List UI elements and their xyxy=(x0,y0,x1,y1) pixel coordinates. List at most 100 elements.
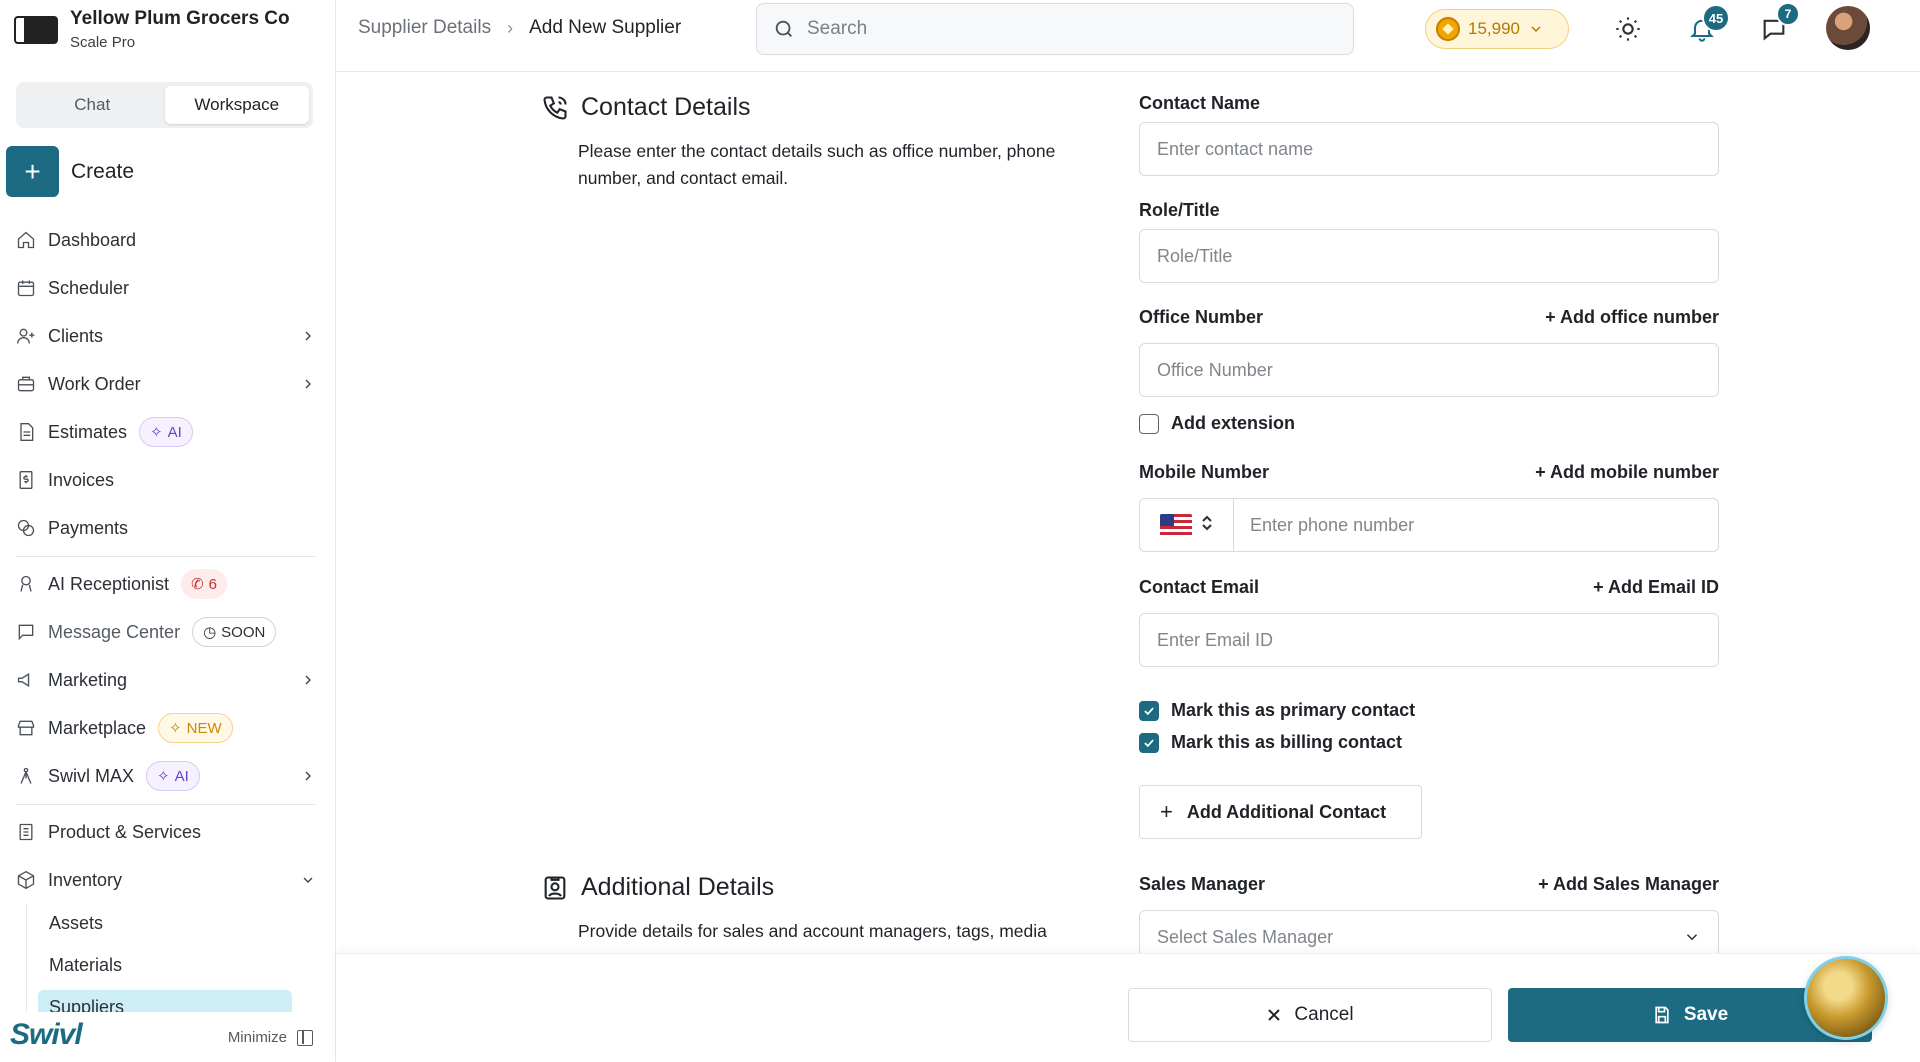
ai-badge: ✧ AI xyxy=(139,417,193,447)
sidebar-item-invoices[interactable]: Invoices xyxy=(16,462,316,498)
phone-icon: ✆ xyxy=(191,576,204,593)
sidebar-item-message-center[interactable]: Message Center ◷ SOON xyxy=(16,614,316,650)
search-bar[interactable] xyxy=(756,3,1354,55)
tab-chat[interactable]: Chat xyxy=(20,86,165,124)
sidebar-item-label: Marketing xyxy=(48,669,128,690)
sparkle-icon: ✧ xyxy=(157,768,170,785)
notifications-count-badge: 45 xyxy=(1702,4,1730,32)
section-description: Provide details for sales and account ma… xyxy=(578,921,1047,941)
add-sales-manager-link[interactable]: + Add Sales Manager xyxy=(1436,874,1719,895)
store-icon xyxy=(16,718,36,738)
sidebar-item-scheduler[interactable]: Scheduler xyxy=(16,270,316,306)
chevron-down-icon xyxy=(1531,26,1541,33)
sidebar-item-clients[interactable]: Clients xyxy=(16,318,316,354)
add-mobile-number-link[interactable]: + Add mobile number xyxy=(1436,462,1719,483)
document-icon xyxy=(16,422,36,442)
office-number-field xyxy=(1139,343,1719,397)
country-code-select[interactable] xyxy=(1140,499,1234,551)
office-number-input[interactable] xyxy=(1157,359,1701,381)
mode-toggle: Chat Workspace xyxy=(16,82,313,128)
avatar[interactable] xyxy=(1826,6,1870,50)
section-title: Additional Details xyxy=(581,873,775,901)
contact-name-field xyxy=(1139,122,1719,176)
check-icon xyxy=(1144,706,1154,715)
org-name: Yellow Plum Grocers Co xyxy=(70,8,290,29)
sidebar-divider xyxy=(16,804,316,805)
create-button[interactable]: + Create xyxy=(6,146,134,197)
sidebar-item-dashboard[interactable]: Dashboard xyxy=(16,222,316,258)
sidebar-item-product-services[interactable]: Product & Services xyxy=(16,814,316,850)
sidebar-item-work-order[interactable]: Work Order xyxy=(16,366,316,402)
mobile-number-input[interactable] xyxy=(1234,499,1718,551)
sidebar-item-marketing[interactable]: Marketing xyxy=(16,662,316,698)
sidebar-toggle-icon xyxy=(297,1029,313,1046)
ai-assistant-button[interactable] xyxy=(1804,956,1888,1040)
sidebar: Yellow Plum Grocers Co Scale Pro Chat Wo… xyxy=(0,0,336,1062)
org-switcher[interactable]: Yellow Plum Grocers Co Scale Pro xyxy=(14,8,290,51)
billing-contact-label: Mark this as billing contact xyxy=(1171,732,1403,752)
sidebar-subitem-materials[interactable]: Materials xyxy=(38,948,292,982)
sidebar-subitem-assets[interactable]: Assets xyxy=(38,906,292,940)
theme-toggle-button[interactable] xyxy=(1614,15,1642,43)
billing-contact-checkbox[interactable]: Mark this as billing contact xyxy=(1139,732,1402,753)
sidebar-item-marketplace[interactable]: Marketplace ✧ NEW xyxy=(16,710,316,746)
add-extension-checkbox[interactable]: Add extension xyxy=(1139,413,1295,434)
coins-value: 15,990 xyxy=(1468,19,1520,38)
sidebar-item-label: Work Order xyxy=(48,373,141,394)
sidebar-item-label: Invoices xyxy=(48,469,115,490)
save-label: Save xyxy=(1683,1004,1729,1025)
sales-manager-placeholder: Select Sales Manager xyxy=(1157,926,1334,947)
calendar-icon xyxy=(16,278,36,298)
cancel-label: Cancel xyxy=(1294,1004,1354,1025)
add-additional-contact-button[interactable]: + Add Additional Contact xyxy=(1139,785,1422,839)
sidebar-divider xyxy=(16,556,316,557)
coins-icon xyxy=(16,518,36,538)
sidebar-item-label: Swivl MAX xyxy=(48,765,135,786)
box-icon xyxy=(16,870,36,890)
create-label: Create xyxy=(71,159,135,183)
sidebar-item-label: AI Receptionist xyxy=(48,573,170,594)
sidebar-item-label: Inventory xyxy=(48,869,123,890)
role-title-label: Role/Title xyxy=(1139,200,1220,220)
add-email-link[interactable]: + Add Email ID xyxy=(1436,577,1719,598)
add-extension-label: Add extension xyxy=(1171,413,1296,433)
check-icon xyxy=(1144,738,1154,747)
us-flag-icon xyxy=(1159,514,1192,536)
plus-icon: + xyxy=(1160,799,1173,824)
breadcrumb-supplier-details[interactable]: Supplier Details xyxy=(358,17,491,39)
sidebar-item-swivl-max[interactable]: Swivl MAX ✧ AI xyxy=(16,758,316,794)
calls-badge: ✆ 6 xyxy=(181,569,227,599)
briefcase-icon xyxy=(16,374,36,394)
mobile-number-field xyxy=(1139,498,1719,552)
add-office-number-link[interactable]: + Add office number xyxy=(1436,307,1719,328)
cancel-button[interactable]: Cancel xyxy=(1128,988,1492,1042)
contact-email-input[interactable] xyxy=(1157,629,1701,651)
supplier-form: Contact Details Please enter the contact… xyxy=(336,73,1920,953)
coins-balance-button[interactable]: 15,990 xyxy=(1425,9,1569,49)
sidebar-item-payments[interactable]: Payments xyxy=(16,510,316,546)
save-icon xyxy=(1655,1006,1669,1024)
primary-contact-checkbox[interactable]: Mark this as primary contact xyxy=(1139,700,1415,721)
dollar-document-icon xyxy=(16,470,36,490)
search-input[interactable] xyxy=(807,18,1327,40)
sidebar-footer: Swivl Minimize xyxy=(0,1012,335,1062)
swivl-max-icon xyxy=(16,766,36,786)
chevron-up-down-icon xyxy=(1200,514,1214,537)
checkbox-unchecked xyxy=(1139,413,1159,434)
minimize-button[interactable]: Minimize xyxy=(228,1029,313,1046)
receptionist-icon xyxy=(16,574,36,594)
sidebar-item-estimates[interactable]: Estimates ✧ AI xyxy=(16,414,316,450)
sidebar-item-ai-receptionist[interactable]: AI Receptionist ✆ 6 xyxy=(16,566,316,602)
messages-count-badge: 7 xyxy=(1776,2,1800,26)
additional-details-heading: Additional Details xyxy=(541,873,774,902)
search-icon xyxy=(775,20,792,37)
org-logo xyxy=(14,15,58,44)
tab-workspace[interactable]: Workspace xyxy=(164,86,309,124)
role-title-input[interactable] xyxy=(1157,245,1701,267)
section-description: Please enter the contact details such as… xyxy=(578,141,1056,188)
chevron-right-icon xyxy=(300,768,316,784)
contact-name-input[interactable] xyxy=(1157,138,1701,160)
sidebar-item-inventory[interactable]: Inventory xyxy=(16,862,316,898)
sales-manager-select[interactable]: Select Sales Manager xyxy=(1139,910,1719,953)
submenu-guide-line xyxy=(26,904,27,1024)
